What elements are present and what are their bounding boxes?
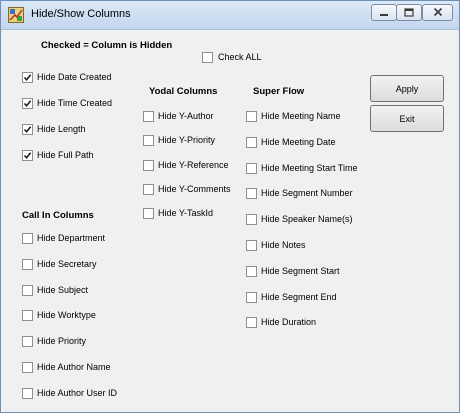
- super-flow-column-item-label: Hide Meeting Date: [261, 136, 336, 147]
- close-icon: [433, 4, 443, 22]
- yodal-column-item-checkbox[interactable]: [143, 135, 154, 147]
- super-flow-column-item-checkbox[interactable]: [246, 265, 257, 277]
- super-flow-column-item-label: Hide Meeting Name: [261, 111, 341, 121]
- call-in-column-item-label: Hide Priority: [37, 336, 87, 347]
- title-bar: Hide/Show Columns: [1, 1, 459, 30]
- super-flow-column-item-checkbox[interactable]: [246, 111, 257, 122]
- super-flow-column-item-checkbox[interactable]: [246, 136, 257, 148]
- main-column-item-label: Hide Full Path: [37, 150, 94, 160]
- yodal-column-item-label: Hide Y-Priority: [158, 135, 216, 146]
- check-mark-icon: [23, 74, 32, 82]
- yodal-column-item-checkbox[interactable]: [143, 159, 154, 171]
- window-title: Hide/Show Columns: [31, 8, 131, 20]
- super-flow-column-item-checkbox[interactable]: [246, 317, 257, 329]
- exit-button[interactable]: Exit: [370, 105, 444, 132]
- main-column-item-checkbox[interactable]: [22, 72, 33, 83]
- yodal-section-title: Yodal Columns: [149, 86, 218, 97]
- super-flow-column-item-checkbox[interactable]: [246, 214, 257, 226]
- call-in-column-item-checkbox[interactable]: [22, 258, 33, 270]
- super-flow-column-item-label: Hide Segment End: [261, 291, 337, 302]
- super-flow-column-item-label: Hide Speaker Name(s): [261, 214, 353, 225]
- check-mark-icon: [23, 126, 32, 134]
- yodal-column-item-label: Hide Y-Reference: [158, 159, 229, 170]
- yodal-column-item-label: Hide Y-Comments: [158, 183, 231, 194]
- call-in-column-item-label: Hide Secretary: [37, 258, 97, 269]
- maximize-button[interactable]: [396, 4, 422, 21]
- main-column-item-label: Hide Length: [37, 124, 86, 134]
- yodal-column-item-checkbox[interactable]: [143, 208, 154, 220]
- minimize-icon: [379, 4, 389, 22]
- main-column-item-checkbox[interactable]: [22, 124, 33, 135]
- call-in-column-item-label: Hide Worktype: [37, 310, 96, 321]
- minimize-button[interactable]: [371, 4, 397, 21]
- call-in-column-item-checkbox[interactable]: [22, 284, 33, 296]
- call-in-column-item-label: Hide Department: [37, 233, 106, 243]
- check-all-label: Check ALL: [218, 52, 262, 62]
- check-all-checkbox[interactable]: [202, 52, 213, 63]
- yodal-column-item-checkbox[interactable]: [143, 183, 154, 195]
- super-flow-column-item-checkbox[interactable]: [246, 240, 257, 251]
- super-flow-column-item-label: Hide Notes: [261, 240, 306, 250]
- yodal-column-item-label: Hide Y-Author: [158, 111, 214, 121]
- yodal-column-item-label: Hide Y-TaskId: [158, 208, 214, 219]
- check-mark-icon: [23, 152, 32, 160]
- app-icon: [8, 7, 24, 23]
- dialog-body: Checked = Column is Hidden Check ALL Hid…: [8, 32, 452, 406]
- super-flow-column-item-checkbox[interactable]: [246, 188, 257, 200]
- super-flow-section-title: Super Flow: [253, 86, 305, 97]
- check-mark-icon: [23, 100, 32, 108]
- super-flow-column-item-checkbox[interactable]: [246, 162, 257, 174]
- hide-show-columns-window: Hide/Show Columns Checked = Column is Hi…: [0, 0, 460, 413]
- call-in-column-item-checkbox[interactable]: [22, 310, 33, 322]
- maximize-icon: [404, 4, 414, 22]
- call-in-column-item-label: Hide Author Name: [37, 362, 111, 372]
- hidden-note: Checked = Column is Hidden: [41, 40, 173, 51]
- super-flow-column-item-checkbox[interactable]: [246, 291, 257, 303]
- call-in-column-item-checkbox[interactable]: [22, 336, 33, 348]
- call-in-column-item-label: Hide Subject: [37, 284, 89, 295]
- main-column-item-label: Hide Time Created: [37, 98, 113, 108]
- call-in-column-item-checkbox[interactable]: [22, 362, 33, 373]
- super-flow-column-item-label: Hide Meeting Start Time: [261, 162, 358, 173]
- super-flow-column-item-label: Hide Segment Number: [261, 188, 353, 199]
- yodal-column-item-checkbox[interactable]: [143, 111, 154, 122]
- call-in-column-item-checkbox[interactable]: [22, 387, 33, 399]
- main-column-item-checkbox[interactable]: [22, 150, 33, 161]
- main-column-item-checkbox[interactable]: [22, 98, 33, 109]
- call-in-column-item-checkbox[interactable]: [22, 233, 33, 244]
- apply-button[interactable]: Apply: [370, 75, 444, 102]
- super-flow-column-item-label: Hide Segment Start: [261, 265, 340, 276]
- call-in-column-item-label: Hide Author User ID: [37, 387, 118, 398]
- super-flow-column-item-label: Hide Duration: [261, 317, 317, 328]
- close-button[interactable]: [422, 4, 453, 21]
- main-column-item-label: Hide Date Created: [37, 72, 112, 82]
- call-in-section-title: Call In Columns: [22, 210, 94, 221]
